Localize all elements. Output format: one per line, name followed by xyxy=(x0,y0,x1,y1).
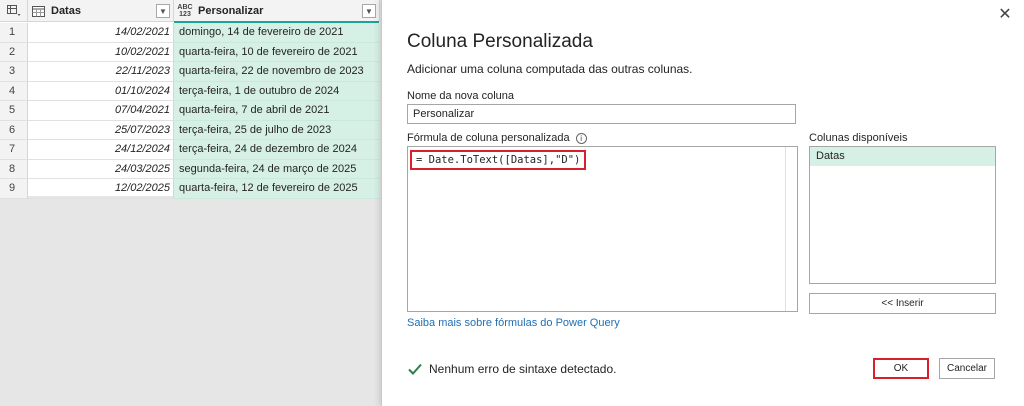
ok-button[interactable]: OK xyxy=(873,358,929,379)
column-filter-dropdown[interactable]: ▼ xyxy=(362,4,376,18)
column-name-label: Nome da nova coluna xyxy=(407,90,515,102)
info-icon[interactable]: i xyxy=(575,132,587,144)
learn-more-link[interactable]: Saiba mais sobre fórmulas do Power Query xyxy=(407,317,620,329)
syntax-status: Nenhum erro de sintaxe detectado. xyxy=(407,361,616,377)
formula-text[interactable]: = Date.ToText([Datas],"D") xyxy=(410,150,587,170)
cell-personalizar[interactable]: domingo, 14 de fevereiro de 2021 xyxy=(174,23,380,43)
table-menu-icon[interactable] xyxy=(0,0,28,22)
table-row[interactable]: 6 25/07/2023 terça-feira, 25 de julho de 2… xyxy=(0,120,380,140)
column-header-label: Personalizar xyxy=(198,5,264,17)
cell-datas[interactable]: 01/10/2024 xyxy=(28,81,174,101)
table-row[interactable]: 8 24/03/2025 segunda-feira, 24 de março de… xyxy=(0,159,380,179)
row-number[interactable]: 5 xyxy=(0,101,28,121)
table-row[interactable]: 5 07/04/2021 quarta-feira, 7 de abril de 2… xyxy=(0,101,380,121)
row-number[interactable]: 3 xyxy=(0,62,28,82)
table-row[interactable]: 4 01/10/2024 terça-feira, 1 de outubro de … xyxy=(0,81,380,101)
table-row[interactable]: 3 22/11/2023 quarta-feira, 22 de novembro … xyxy=(0,62,380,82)
dialog-title: Coluna Personalizada xyxy=(407,31,593,52)
row-number[interactable]: 9 xyxy=(0,179,28,199)
row-number[interactable]: 6 xyxy=(0,120,28,140)
row-number[interactable]: 1 xyxy=(0,23,28,43)
custom-column-dialog: ✕ Coluna Personalizada Adicionar uma col… xyxy=(381,0,1024,406)
cell-datas[interactable]: 25/07/2023 xyxy=(28,120,174,140)
cell-datas[interactable]: 14/02/2021 xyxy=(28,23,174,43)
cell-datas[interactable]: 24/12/2024 xyxy=(28,140,174,160)
abc-123-icon[interactable]: ABC 123 xyxy=(177,4,192,18)
cell-personalizar[interactable]: quarta-feira, 7 de abril de 2021 xyxy=(174,101,380,121)
table-row[interactable]: 2 10/02/2021 quarta-feira, 10 de fevereiro… xyxy=(0,42,380,62)
calendar-icon[interactable] xyxy=(32,5,45,17)
cell-datas[interactable]: 10/02/2021 xyxy=(28,42,174,62)
cell-datas[interactable]: 12/02/2025 xyxy=(28,179,174,199)
table-row[interactable]: 9 12/02/2025 quarta-feira, 12 de fevereiro… xyxy=(0,179,380,199)
cell-personalizar[interactable]: quarta-feira, 12 de fevereiro de 2025 xyxy=(174,179,380,199)
column-filter-dropdown[interactable]: ▼ xyxy=(156,4,170,18)
formula-editor[interactable]: = Date.ToText([Datas],"D") xyxy=(407,146,798,312)
formula-scrollbar[interactable] xyxy=(785,147,797,311)
row-number[interactable]: 2 xyxy=(0,42,28,62)
cell-personalizar[interactable]: quarta-feira, 10 de fevereiro de 2021 xyxy=(174,42,380,62)
row-number[interactable]: 8 xyxy=(0,159,28,179)
data-grid: Datas ▼ ABC 123 Personalizar ▼ 1 14/02/202… xyxy=(0,0,380,199)
cell-datas[interactable]: 07/04/2021 xyxy=(28,101,174,121)
insert-button[interactable]: << Inserir xyxy=(809,293,996,314)
cancel-button[interactable]: Cancelar xyxy=(939,358,995,379)
column-header-personalizar[interactable]: ABC 123 Personalizar ▼ xyxy=(174,0,380,24)
dialog-subtitle: Adicionar uma coluna computada das outra… xyxy=(407,62,693,76)
column-header-label: Datas xyxy=(51,5,81,17)
checkmark-icon xyxy=(407,361,423,377)
table-row[interactable]: 1 14/02/2021 domingo, 14 de fevereiro de 2… xyxy=(0,23,380,43)
table-row[interactable]: 7 24/12/2024 terça-feira, 24 de dezembro d… xyxy=(0,140,380,160)
row-number[interactable]: 4 xyxy=(0,81,28,101)
available-column-item[interactable]: Datas xyxy=(810,147,995,166)
syntax-status-text: Nenhum erro de sintaxe detectado. xyxy=(429,362,617,376)
available-columns-list[interactable]: Datas xyxy=(809,146,996,284)
cell-personalizar[interactable]: quarta-feira, 22 de novembro de 2023 xyxy=(174,62,380,82)
available-columns-label: Colunas disponíveis xyxy=(809,132,908,144)
row-number[interactable]: 7 xyxy=(0,140,28,160)
formula-label-text: Fórmula de coluna personalizada xyxy=(407,132,570,144)
cell-personalizar[interactable]: terça-feira, 25 de julho de 2023 xyxy=(174,120,380,140)
column-header-datas[interactable]: Datas ▼ xyxy=(28,0,174,22)
cell-datas[interactable]: 22/11/2023 xyxy=(28,62,174,82)
cell-personalizar[interactable]: segunda-feira, 24 de março de 2025 xyxy=(174,159,380,179)
cell-personalizar[interactable]: terça-feira, 1 de outubro de 2024 xyxy=(174,81,380,101)
cell-datas[interactable]: 24/03/2025 xyxy=(28,159,174,179)
close-icon[interactable]: ✕ xyxy=(998,7,1012,23)
formula-label: Fórmula de coluna personalizada i xyxy=(407,132,587,144)
cell-personalizar[interactable]: terça-feira, 24 de dezembro de 2024 xyxy=(174,140,380,160)
grid-header: Datas ▼ ABC 123 Personalizar ▼ xyxy=(0,0,380,24)
column-name-input[interactable] xyxy=(407,104,796,124)
